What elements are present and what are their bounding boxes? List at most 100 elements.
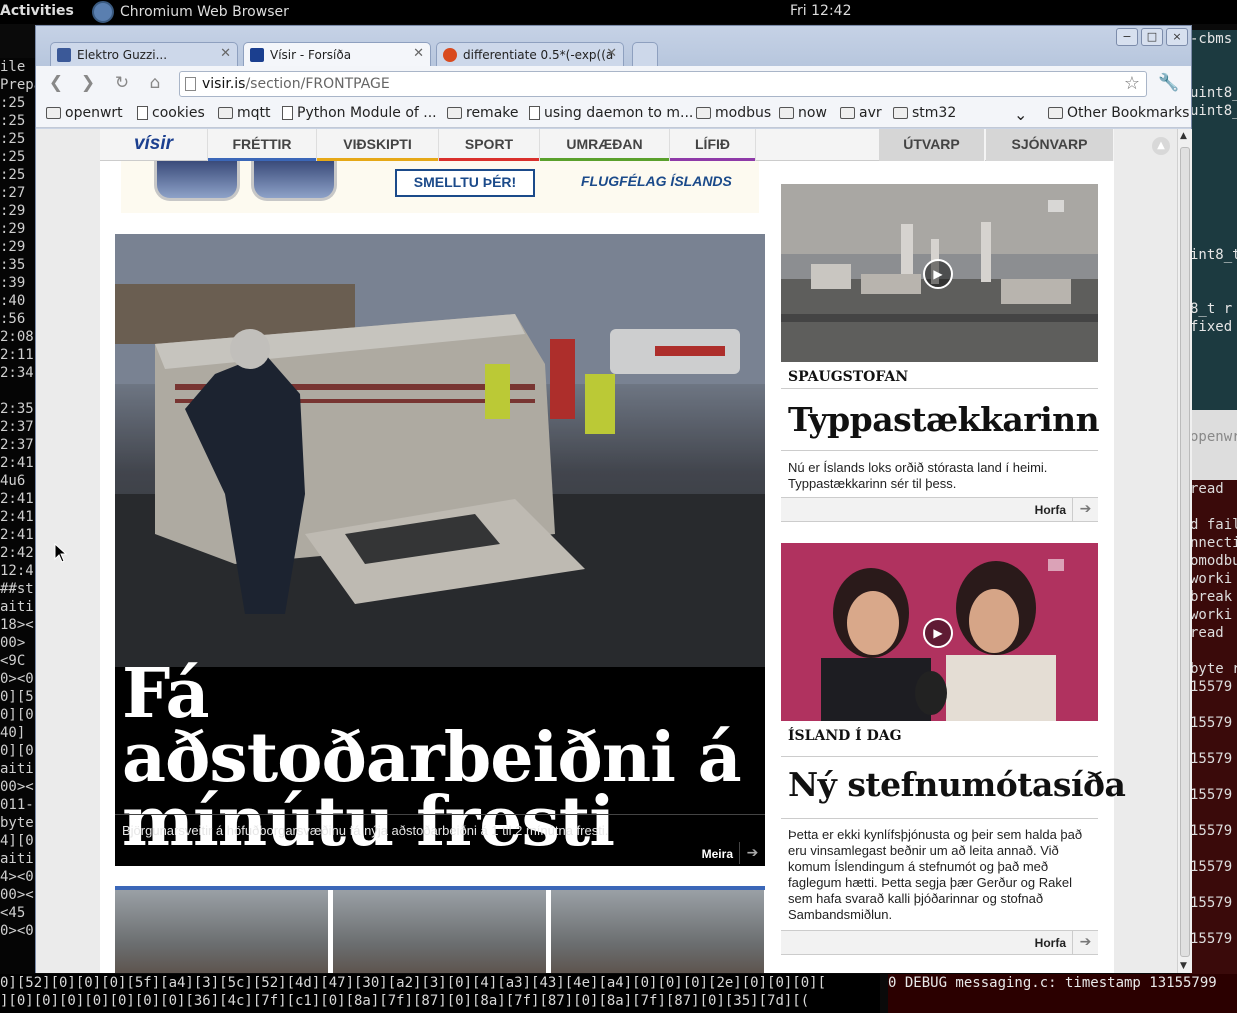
- divider: [781, 818, 1098, 819]
- facebook-favicon-icon: [57, 47, 71, 62]
- folder-icon: [46, 107, 61, 119]
- ad-image-left: [154, 161, 240, 201]
- video-card-island-i-dag[interactable]: ▶ ÍSLAND Í DAG Ný stefnumótasíða Þetta e…: [781, 543, 1126, 955]
- divider: [781, 450, 1098, 451]
- scroll-down-icon[interactable]: ▼: [1180, 961, 1187, 971]
- read-more-link[interactable]: Meira: [702, 847, 733, 861]
- card-title[interactable]: Typpastækkarinn: [788, 400, 1100, 439]
- page-scrollbar[interactable]: ▲ ▼: [1177, 129, 1192, 973]
- nav-sjonvarp[interactable]: SJÓNVARP: [986, 129, 1114, 161]
- arrow-right-icon[interactable]: ➔: [739, 842, 765, 864]
- nav-lifid[interactable]: LÍFIÐ: [670, 129, 756, 161]
- minimize-button[interactable]: −: [1116, 28, 1138, 46]
- bookmark-stm32[interactable]: stm32: [893, 105, 956, 121]
- activities-button[interactable]: Activities: [0, 3, 74, 19]
- bookmark-label: stm32: [912, 105, 957, 121]
- ad-cta-button[interactable]: SMELLTU ÞÉR!: [395, 169, 535, 197]
- terminal-bottom: 0][52][0][0][0][5f][a4][3][5c][52][4d][4…: [0, 974, 880, 1013]
- card-footer: Horfa ➔: [781, 930, 1098, 954]
- clock[interactable]: Fri 12:42: [790, 3, 851, 19]
- nav-color-bar: [317, 158, 438, 161]
- video-card-spaugstofan[interactable]: ▶ SPAUGSTOFAN Typpastækkarinn Nú er Ísla…: [781, 184, 1100, 522]
- folder-icon: [893, 107, 908, 119]
- bookmark-label: openwrt: [65, 105, 123, 121]
- tab-wolfram[interactable]: differentiate 0.5*(-exp((a^ ✕: [436, 42, 624, 66]
- bookmark-star-icon[interactable]: ☆: [1124, 72, 1140, 96]
- bookmark-label: mqtt: [237, 105, 271, 121]
- main-story[interactable]: Fá aðstoðarbeiðni á mínútu fresti Björgu…: [115, 234, 765, 866]
- nav-label: SPORT: [464, 136, 514, 152]
- video-thumbnail[interactable]: ▶: [781, 184, 1098, 362]
- back-icon[interactable]: ❮: [44, 72, 68, 94]
- tab-close-icon[interactable]: ✕: [606, 46, 617, 61]
- play-icon[interactable]: ▶: [923, 618, 953, 648]
- bookmark-openwrt[interactable]: openwrt: [46, 105, 123, 121]
- tab-visir[interactable]: Vísir - Forsíða ✕: [243, 42, 431, 67]
- site-navigation: vísir FRÉTTIR VIÐSKIPTI SPORT UMRÆÐAN LÍ…: [100, 129, 1114, 161]
- bookmark-remake[interactable]: remake: [447, 105, 519, 121]
- page-icon: [282, 106, 293, 120]
- card-kicker: SPAUGSTOFAN: [788, 369, 909, 385]
- browser-window: Elektro Guzzi... ✕ Vísir - Forsíða ✕ dif…: [35, 25, 1192, 973]
- page-viewport: SMELLTU ÞÉR! FLUGFÉLAG ÍSLANDS Fá aðstoð…: [36, 129, 1177, 973]
- folder-icon: [696, 107, 711, 119]
- maximize-button[interactable]: □: [1141, 28, 1163, 46]
- nav-color-bar: [439, 158, 539, 161]
- thumbnail-2[interactable]: [333, 890, 546, 973]
- home-icon[interactable]: ⌂: [143, 72, 167, 94]
- bookmark-mqtt[interactable]: mqtt: [218, 105, 271, 121]
- wrench-icon[interactable]: 🔧: [1158, 73, 1179, 93]
- bookmark-avr[interactable]: avr: [840, 105, 882, 121]
- bookmark-using-daemon[interactable]: using daemon to m...: [529, 105, 693, 121]
- thumbnail-3[interactable]: [551, 890, 764, 973]
- card-kicker: ÍSLAND Í DAG: [788, 728, 902, 744]
- bookmark-cookies[interactable]: cookies: [137, 105, 205, 121]
- reload-icon[interactable]: ↻: [110, 72, 134, 94]
- video-thumbnail[interactable]: ▶: [781, 543, 1098, 721]
- tab-facebook[interactable]: Elektro Guzzi... ✕: [50, 42, 238, 66]
- ad-banner[interactable]: SMELLTU ÞÉR! FLUGFÉLAG ÍSLANDS: [121, 161, 759, 213]
- main-story-photo: [115, 234, 765, 667]
- watch-link[interactable]: Horfa: [1035, 503, 1066, 517]
- channel-badge-icon: [1048, 559, 1064, 571]
- scroll-to-top-icon[interactable]: ▲: [1152, 137, 1170, 155]
- tab-close-icon[interactable]: ✕: [220, 46, 231, 61]
- forward-icon[interactable]: ❯: [76, 72, 100, 94]
- bookmarks-overflow-chevron-icon[interactable]: ⌄: [1014, 105, 1027, 124]
- app-menu[interactable]: Chromium Web Browser: [92, 1, 289, 23]
- bookmark-now[interactable]: now: [779, 105, 827, 121]
- close-window-button[interactable]: ×: [1166, 28, 1188, 46]
- scroll-up-icon[interactable]: ▲: [1180, 131, 1187, 141]
- url-path: /section/FRONTPAGE: [245, 76, 390, 92]
- app-name: Chromium Web Browser: [120, 4, 289, 20]
- bookmark-python-module[interactable]: Python Module of ...: [282, 105, 437, 121]
- main-story-image[interactable]: [115, 234, 765, 667]
- arrow-right-icon[interactable]: ➔: [1072, 931, 1098, 954]
- visir-logo[interactable]: vísir: [100, 129, 208, 161]
- ad-brand: FLUGFÉLAG ÍSLANDS: [581, 173, 732, 189]
- other-bookmarks[interactable]: Other Bookmarks: [1048, 105, 1189, 121]
- tab-close-icon[interactable]: ✕: [413, 46, 424, 61]
- nav-color-bar: [540, 158, 669, 161]
- bookmark-modbus[interactable]: modbus: [696, 105, 771, 121]
- card-title[interactable]: Ný stefnumótasíða: [788, 765, 1126, 804]
- thumbnail-1[interactable]: [115, 890, 328, 973]
- bookmark-label: avr: [859, 105, 882, 121]
- arrow-right-icon[interactable]: ➔: [1072, 498, 1098, 521]
- folder-icon: [218, 107, 233, 119]
- scrollbar-thumb[interactable]: [1180, 147, 1190, 957]
- system-top-bar: Activities Chromium Web Browser Fri 12:4…: [0, 0, 1237, 24]
- nav-vidskipti[interactable]: VIÐSKIPTI: [317, 129, 439, 161]
- address-bar[interactable]: visir.is/section/FRONTPAGE ☆: [179, 71, 1147, 97]
- nav-umraedan[interactable]: UMRÆÐAN: [540, 129, 670, 161]
- nav-frettir[interactable]: FRÉTTIR: [208, 129, 317, 161]
- watch-link[interactable]: Horfa: [1035, 936, 1066, 950]
- nav-utvarp[interactable]: ÚTVARP: [879, 129, 985, 161]
- nav-color-bar: [670, 158, 755, 161]
- chromium-icon: [92, 1, 114, 23]
- play-icon[interactable]: ▶: [923, 259, 953, 289]
- page-icon: [529, 106, 540, 120]
- main-story-summary: Björgunarsveitir á höfuðborgarsvæðinu fá…: [122, 823, 609, 838]
- new-tab-button[interactable]: [632, 42, 658, 66]
- nav-sport[interactable]: SPORT: [439, 129, 540, 161]
